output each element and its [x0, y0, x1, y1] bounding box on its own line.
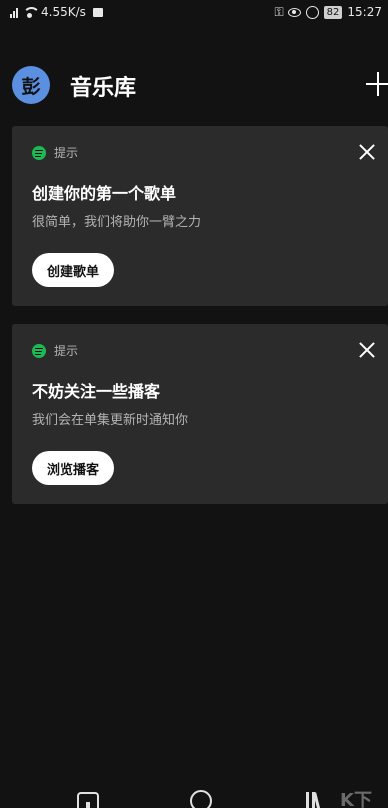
- library-header: 彭 音乐库: [0, 62, 388, 108]
- card-title: 创建你的第一个歌单: [32, 184, 177, 203]
- tip-header: 提示: [32, 144, 78, 161]
- page-title: 音乐库: [70, 76, 137, 101]
- tip-card-create-playlist: 提示 创建你的第一个歌单 很简单，我们将助你一臂之力 创建歌单: [12, 126, 388, 306]
- bottom-nav: [0, 786, 388, 808]
- status-right: ⚿ 82 15:27: [275, 5, 382, 20]
- close-icon[interactable]: [358, 143, 376, 161]
- tip-label: 提示: [54, 344, 79, 358]
- close-icon[interactable]: [358, 341, 376, 359]
- clock: 15:27: [347, 5, 382, 19]
- browse-podcasts-button[interactable]: 浏览播客: [32, 451, 115, 485]
- card-subtitle: 很简单，我们将助你一臂之力: [32, 215, 202, 230]
- create-playlist-button[interactable]: 创建歌单: [32, 253, 115, 287]
- status-bar: 4.55K/s ⚿ 82 15:27: [0, 0, 388, 24]
- eye-icon: [287, 7, 301, 17]
- tip-card-follow-podcasts: 提示 不妨关注一些播客 我们会在单集更新时通知你 浏览播客: [12, 324, 388, 504]
- card-subtitle: 我们会在单集更新时通知你: [32, 413, 189, 428]
- card-title: 不妨关注一些播客: [32, 382, 161, 401]
- watermark: K下: [340, 790, 372, 808]
- network-speed: 4.55K/s: [41, 5, 86, 19]
- gauge-icon: [305, 5, 319, 19]
- avatar[interactable]: 彭: [12, 66, 50, 104]
- tip-label: 提示: [54, 146, 79, 160]
- notification-icon: [92, 7, 103, 17]
- signal-icon: [10, 7, 18, 18]
- search-icon[interactable]: [190, 790, 212, 808]
- library-icon[interactable]: [306, 792, 321, 808]
- wifi-icon: [23, 6, 40, 18]
- spotify-icon: [32, 145, 46, 160]
- add-icon[interactable]: [366, 70, 388, 98]
- status-left: 4.55K/s: [10, 5, 103, 19]
- home-icon[interactable]: [77, 792, 99, 808]
- spotify-icon: [32, 343, 46, 358]
- battery-level: 82: [323, 5, 343, 19]
- tip-header: 提示: [32, 342, 78, 359]
- key-icon: ⚿: [274, 4, 284, 19]
